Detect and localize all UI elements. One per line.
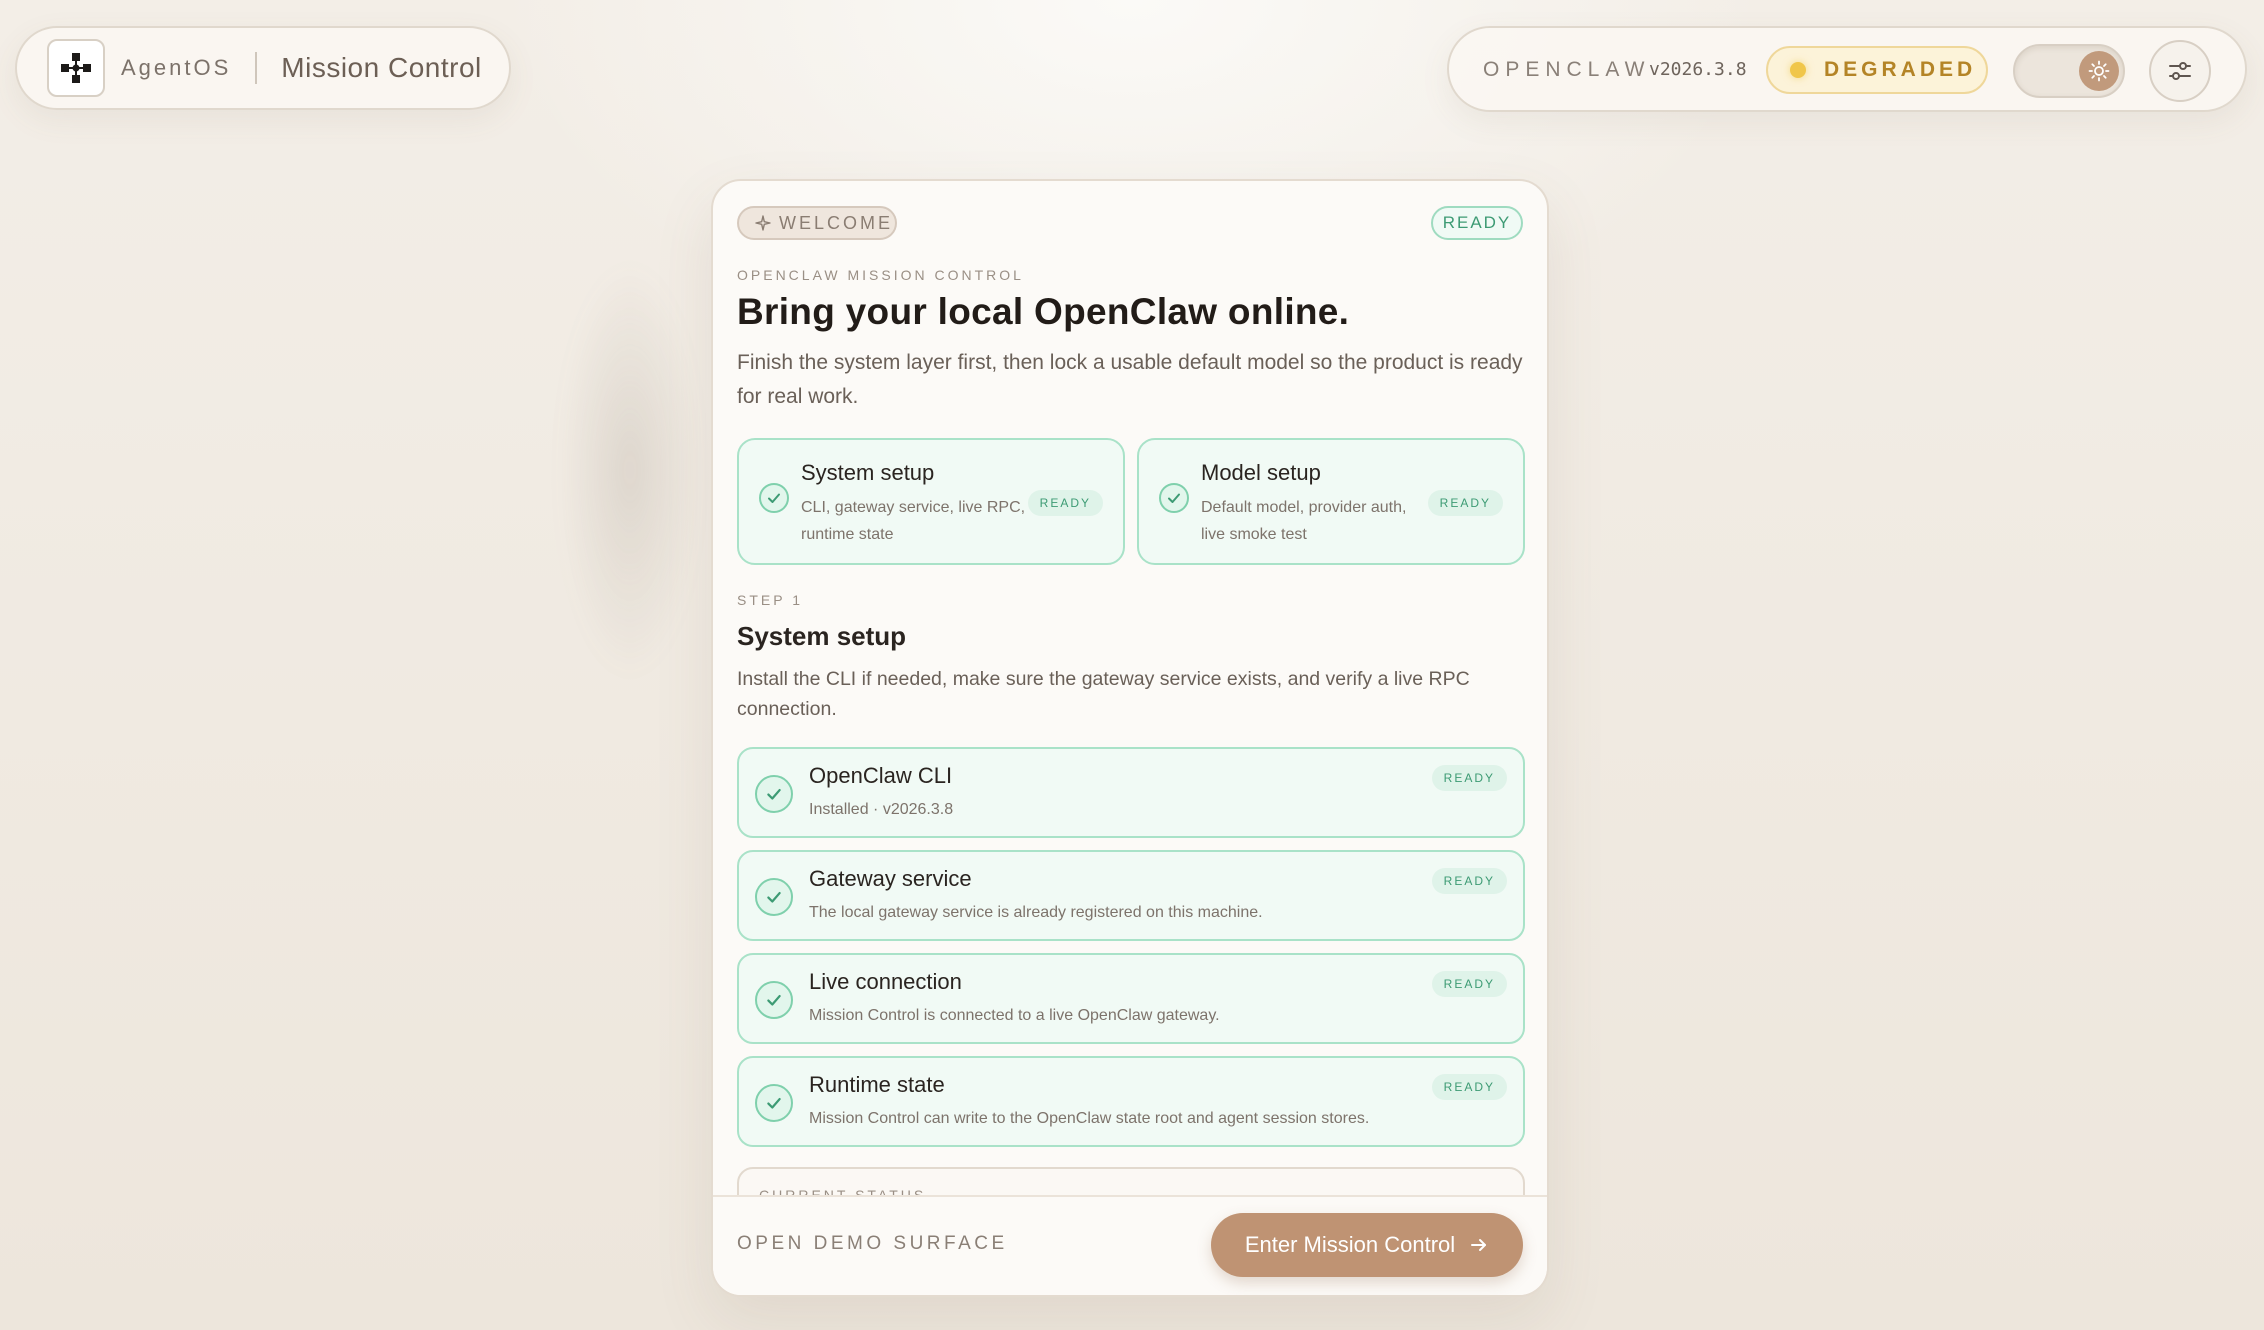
status-bar: OPENCLAW v2026.3.8 DEGRADED xyxy=(1447,26,2247,112)
agentos-logo-icon[interactable] xyxy=(47,39,105,97)
card-footer: OPEN DEMO SURFACE Enter Mission Control xyxy=(713,1195,1547,1295)
check-icon xyxy=(755,981,793,1019)
check-row-openclaw-cli[interactable]: OpenClaw CLI Installed · v2026.3.8 READY xyxy=(737,747,1525,838)
enter-button-label: Enter Mission Control xyxy=(1244,1232,1456,1257)
check-title: Runtime state xyxy=(809,1072,945,1097)
product-name: OPENCLAW xyxy=(1483,58,1651,81)
card-headline: Bring your local OpenClaw online. xyxy=(737,291,1350,332)
arrow-right-icon xyxy=(1469,1235,1489,1255)
check-description: The local gateway service is already reg… xyxy=(809,904,1263,921)
check-row-gateway-service[interactable]: Gateway service The local gateway servic… xyxy=(737,850,1525,941)
card-subtitle: Finish the system layer first, then lock… xyxy=(737,351,1523,408)
page-title: Mission Control xyxy=(281,52,482,83)
check-icon xyxy=(1159,483,1189,513)
health-status-badge[interactable]: DEGRADED xyxy=(1766,46,1988,94)
setup-status-badge: READY xyxy=(1027,490,1103,516)
theme-toggle[interactable] xyxy=(2013,44,2125,98)
check-icon xyxy=(759,483,789,513)
check-status-badge: READY xyxy=(1431,971,1507,997)
check-status-badge: READY xyxy=(1431,868,1507,894)
check-title: Gateway service xyxy=(809,866,972,891)
onboarding-card: WELCOME READY OPENCLAW MISSION CONTROL B… xyxy=(711,179,1549,1297)
health-status-label: DEGRADED xyxy=(1824,58,1977,81)
ready-status-badge: READY xyxy=(1431,206,1523,240)
brand-divider xyxy=(255,52,258,84)
card-eyebrow: OPENCLAW MISSION CONTROL xyxy=(737,267,1024,283)
welcome-label: WELCOME xyxy=(779,212,894,233)
check-description: Mission Control is connected to a live O… xyxy=(809,1007,1220,1024)
model-setup-card[interactable]: Model setup Default model, provider auth… xyxy=(1137,438,1525,565)
check-icon xyxy=(755,878,793,916)
check-row-live-connection[interactable]: Live connection Mission Control is conne… xyxy=(737,953,1525,1044)
setup-description: CLI, gateway service, live RPC, runtime … xyxy=(801,499,1026,543)
brand-bar: AgentOS Mission Control xyxy=(15,26,511,110)
check-title: OpenClaw CLI xyxy=(809,763,953,788)
setup-title: System setup xyxy=(801,460,935,485)
current-status-panel: CURRENT STATUS xyxy=(737,1167,1525,1195)
step-eyebrow: STEP 1 xyxy=(737,592,803,608)
check-row-runtime-state[interactable]: Runtime state Mission Control can write … xyxy=(737,1056,1525,1147)
sun-icon xyxy=(2079,51,2119,91)
onboarding-scroll-area[interactable]: WELCOME READY OPENCLAW MISSION CONTROL B… xyxy=(713,181,1547,1195)
product-version: v2026.3.8 xyxy=(1649,59,1747,80)
background-shadow xyxy=(560,260,700,680)
check-icon xyxy=(755,775,793,813)
check-description: Installed · v2026.3.8 xyxy=(809,801,954,818)
open-demo-surface-link[interactable]: OPEN DEMO SURFACE xyxy=(737,1233,1008,1255)
sliders-icon xyxy=(2169,62,2191,80)
system-setup-card[interactable]: System setup CLI, gateway service, live … xyxy=(737,438,1125,565)
setup-status-badge: READY xyxy=(1427,490,1503,516)
brand-name: AgentOS xyxy=(121,55,232,80)
welcome-badge: WELCOME xyxy=(737,206,897,240)
enter-mission-control-button[interactable]: Enter Mission Control xyxy=(1211,1213,1523,1277)
sparkle-icon xyxy=(755,215,771,231)
check-status-badge: READY xyxy=(1431,1074,1507,1100)
check-title: Live connection xyxy=(809,969,962,994)
settings-button[interactable] xyxy=(2149,40,2211,102)
status-dot-icon xyxy=(1790,62,1806,78)
setup-description: Default model, provider auth, live smoke… xyxy=(1201,499,1407,543)
check-icon xyxy=(755,1084,793,1122)
check-status-badge: READY xyxy=(1431,765,1507,791)
step-description: Install the CLI if needed, make sure the… xyxy=(737,668,1470,720)
setup-title: Model setup xyxy=(1201,460,1321,485)
step-title: System setup xyxy=(737,621,907,651)
check-description: Mission Control can write to the OpenCla… xyxy=(809,1110,1370,1127)
current-status-label: CURRENT STATUS xyxy=(759,1187,927,1195)
